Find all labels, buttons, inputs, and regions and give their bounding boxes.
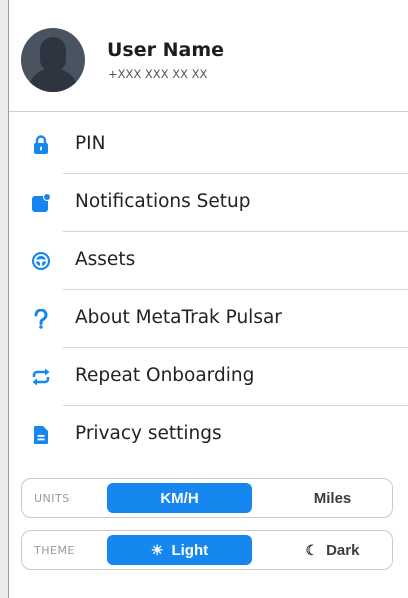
menu-item-label: Assets bbox=[75, 249, 136, 270]
menu-item-label: Repeat Onboarding bbox=[75, 365, 255, 386]
theme-option-light[interactable]: ☀ Light bbox=[107, 535, 252, 565]
units-switch: UNITS KM/H Miles bbox=[21, 478, 393, 518]
units-option-kmh[interactable]: KM/H bbox=[107, 483, 252, 513]
sun-icon: ☀ bbox=[150, 541, 164, 558]
profile-header[interactable]: User Name +XXX XXX XX XX bbox=[9, 0, 408, 110]
menu-item-label: Privacy settings bbox=[75, 423, 222, 444]
menu-item-about[interactable]: About MetaTrak Pulsar bbox=[9, 290, 408, 348]
user-phone: +XXX XXX XX XX bbox=[108, 67, 208, 81]
menu-item-pin[interactable]: PIN bbox=[9, 116, 408, 174]
units-label: UNITS bbox=[34, 492, 70, 505]
theme-option-label: Light bbox=[171, 541, 209, 559]
avatar[interactable] bbox=[21, 28, 85, 92]
theme-label: THEME bbox=[34, 544, 75, 557]
lock-icon bbox=[31, 135, 51, 155]
menu-item-assets[interactable]: Assets bbox=[9, 232, 408, 290]
menu-item-notifications[interactable]: Notifications Setup bbox=[9, 174, 408, 232]
divider bbox=[9, 111, 408, 112]
theme-switch: THEME ☀ Light ☾ Dark bbox=[21, 530, 393, 570]
menu-item-label: Notifications Setup bbox=[75, 191, 251, 212]
steering-wheel-icon bbox=[31, 251, 51, 271]
document-icon bbox=[31, 425, 51, 445]
menu-item-repeat-onboarding[interactable]: Repeat Onboarding bbox=[9, 348, 408, 406]
avatar-head bbox=[40, 37, 66, 71]
menu-item-label: PIN bbox=[75, 133, 106, 154]
notification-badge-icon bbox=[31, 193, 51, 213]
theme-option-dark[interactable]: ☾ Dark bbox=[260, 535, 405, 565]
menu-item-label: About MetaTrak Pulsar bbox=[75, 307, 282, 328]
settings-panel: User Name +XXX XXX XX XX PIN Notificatio… bbox=[8, 0, 408, 598]
question-mark-icon bbox=[31, 309, 51, 329]
menu-item-privacy[interactable]: Privacy settings bbox=[9, 406, 408, 464]
moon-icon: ☾ bbox=[305, 541, 319, 558]
units-option-label: KM/H bbox=[160, 489, 199, 507]
repeat-icon bbox=[31, 367, 51, 387]
units-option-miles[interactable]: Miles bbox=[260, 483, 405, 513]
avatar-body bbox=[27, 68, 79, 92]
user-name: User Name bbox=[107, 39, 225, 61]
theme-option-label: Dark bbox=[326, 541, 360, 559]
units-option-label: Miles bbox=[313, 489, 352, 507]
